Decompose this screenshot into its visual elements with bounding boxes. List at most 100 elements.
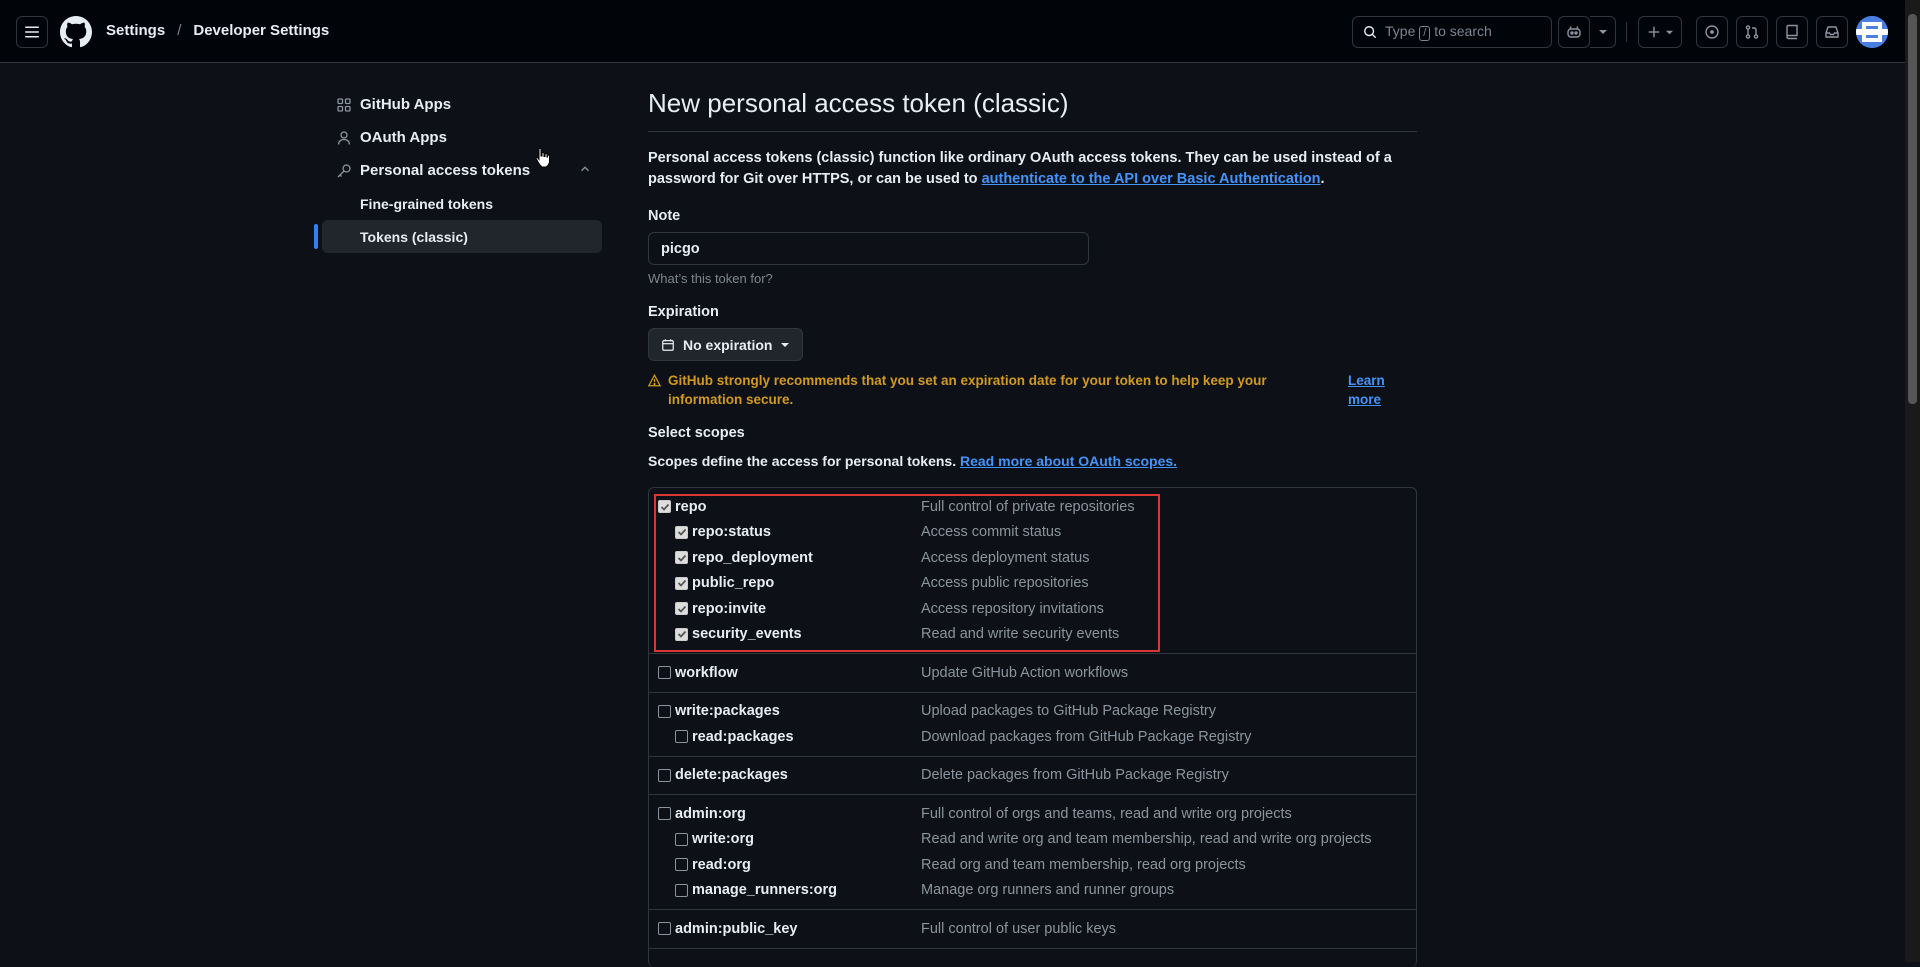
scope-checkbox[interactable]	[658, 768, 671, 782]
pull-requests-button[interactable]	[1736, 16, 1768, 48]
scope-row: write:org Read and write org and team mem…	[649, 827, 1416, 853]
copilot-icon	[1567, 26, 1581, 38]
search-input[interactable]: Type / to search	[1352, 16, 1552, 48]
scope-checkbox[interactable]	[675, 858, 688, 872]
search-shortcut-key: /	[1419, 26, 1431, 41]
scope-checkbox[interactable]	[675, 832, 688, 846]
scope-row: write:packages Upload packages to GitHub …	[649, 699, 1416, 725]
scope-name: read:org	[692, 856, 751, 873]
sidebar-item-label: GitHub Apps	[360, 96, 452, 113]
scope-row: read:org Read org and team membership, re…	[649, 852, 1416, 878]
scope-checkbox[interactable]	[658, 922, 671, 936]
note-input[interactable]: picgo	[648, 232, 1089, 265]
scope-description: Access public repositories	[921, 575, 1089, 592]
hamburger-icon	[25, 26, 39, 38]
scope-name: admin:public_key	[675, 920, 798, 937]
scope-name: admin:org	[675, 805, 746, 822]
scope-name: security_events	[692, 626, 802, 643]
triangle-down-icon	[781, 342, 790, 347]
expiration-select[interactable]: No expiration	[648, 328, 804, 361]
scope-checkbox[interactable]	[675, 883, 688, 897]
sidebar-item-oauth-apps[interactable]: OAuth Apps	[322, 121, 602, 154]
breadcrumb-settings[interactable]: Settings	[106, 22, 165, 39]
scope-group: repo Full control of private repositories…	[649, 488, 1416, 654]
scope-group: admin:public_key Full control of user pub…	[649, 910, 1416, 949]
issues-button[interactable]	[1696, 16, 1728, 48]
scope-row: delete:packages Delete packages from GitH…	[649, 763, 1416, 789]
create-new-button[interactable]	[1638, 16, 1682, 48]
scope-checkbox[interactable]	[675, 525, 688, 539]
scope-row: manage_runners:org Manage org runners and…	[649, 878, 1416, 904]
scope-checkbox[interactable]	[658, 704, 671, 718]
scope-description: Full control of user public keys	[921, 920, 1117, 937]
scope-name: write:org	[692, 831, 755, 848]
scope-checkbox[interactable]	[658, 666, 671, 680]
scope-checkbox[interactable]	[675, 627, 688, 641]
scope-checkbox[interactable]	[658, 500, 671, 514]
sidebar-item-label: OAuth Apps	[360, 129, 447, 146]
note-hint: What’s this token for?	[648, 271, 773, 286]
scope-description: Access repository invitations	[921, 600, 1104, 617]
repo-icon	[1786, 24, 1798, 40]
copilot-button[interactable]	[1558, 16, 1590, 48]
scope-row: admin:org Full control of orgs and teams,…	[649, 801, 1416, 827]
repositories-button[interactable]	[1776, 16, 1808, 48]
expiration-value: No expiration	[683, 336, 773, 353]
sidebar-item-personal-access-tokens[interactable]: Personal access tokens	[322, 154, 602, 187]
pull-request-icon	[1745, 25, 1759, 39]
scope-row: repo:status Access commit status	[649, 520, 1416, 546]
scope-description: Delete packages from GitHub Package Regi…	[921, 767, 1229, 784]
scope-checkbox[interactable]	[658, 807, 671, 821]
breadcrumb-developer-settings[interactable]: Developer Settings	[193, 22, 329, 39]
scopes-list: repo Full control of private repositories…	[648, 487, 1417, 967]
top-bar: Settings / Developer Settings Type / to …	[0, 0, 1920, 63]
scope-checkbox[interactable]	[675, 551, 688, 565]
settings-sidebar: GitHub Apps OAuth Apps Personal access t…	[314, 88, 602, 253]
scope-name: public_repo	[692, 575, 775, 592]
scope-name: repo	[675, 498, 707, 515]
scope-description: Manage org runners and runner groups	[921, 882, 1175, 899]
avatar[interactable]	[1856, 16, 1888, 48]
scope-checkbox[interactable]	[675, 576, 688, 590]
scope-checkbox[interactable]	[675, 602, 688, 616]
scope-name: delete:packages	[675, 767, 788, 784]
triangle-down-icon	[1665, 30, 1673, 34]
scope-group: write:packages Upload packages to GitHub …	[649, 693, 1416, 757]
scope-name: manage_runners:org	[692, 882, 838, 899]
main-content: New personal access token (classic) Pers…	[647, 88, 1417, 472]
copilot-dropdown-button[interactable]	[1590, 16, 1616, 48]
key-icon	[336, 163, 352, 179]
chevron-up-icon[interactable]	[578, 162, 592, 180]
toolbar-divider	[1626, 22, 1627, 42]
scope-name: workflow	[675, 664, 738, 681]
scrollbar-thumb[interactable]	[1908, 14, 1917, 404]
inbox-button[interactable]	[1816, 16, 1848, 48]
scope-group: workflow Update GitHub Action workflows	[649, 654, 1416, 693]
scope-row: repo Full control of private repositories	[649, 494, 1416, 520]
select-scopes-label: Select scopes	[648, 425, 745, 441]
breadcrumb-separator: /	[177, 22, 182, 39]
scope-name: repo:invite	[692, 600, 767, 617]
scope-description: Access commit status	[921, 524, 1062, 541]
scope-description: Read and write org and team membership, …	[921, 831, 1372, 848]
scope-name: read:packages	[692, 728, 794, 745]
page-title: New personal access token (classic)	[648, 88, 1417, 132]
scope-row: repo:invite Access repository invitations	[649, 596, 1416, 622]
scope-checkbox[interactable]	[675, 730, 688, 744]
note-label: Note	[648, 208, 681, 224]
alert-icon	[647, 373, 662, 392]
scope-description: Download packages from GitHub Package Re…	[921, 728, 1252, 745]
basic-auth-link[interactable]: authenticate to the API over Basic Authe…	[982, 171, 1321, 187]
sidebar-item-label: Personal access tokens	[360, 162, 531, 179]
plus-icon	[1648, 26, 1659, 38]
sidebar-item-tokens-classic[interactable]: Tokens (classic)	[314, 220, 602, 253]
expiration-label: Expiration	[648, 304, 719, 320]
person-icon	[336, 130, 352, 146]
sidebar-item-fine-grained-tokens[interactable]: Fine-grained tokens	[322, 187, 602, 220]
learn-more-link[interactable]: Learn more	[1348, 371, 1388, 409]
oauth-scopes-link[interactable]: Read more about OAuth scopes.	[960, 453, 1177, 469]
github-logo-icon[interactable]	[60, 16, 92, 48]
menu-button[interactable]	[16, 16, 48, 48]
scope-name: repo_deployment	[692, 549, 813, 566]
sidebar-item-github-apps[interactable]: GitHub Apps	[322, 88, 602, 121]
